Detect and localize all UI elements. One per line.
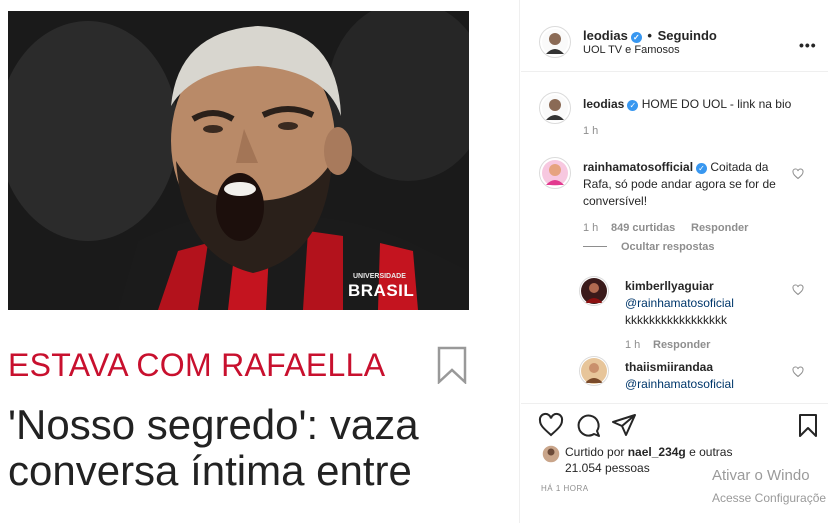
reply-like-heart-icon[interactable] [792, 366, 804, 378]
share-icon[interactable] [611, 412, 637, 438]
comment-time[interactable]: 1 h [583, 222, 598, 234]
comment-likes[interactable]: 849 curtidas [611, 222, 675, 234]
instagram-post-window: UNIVERSIDADE BRASIL ESTAVA COM RAFAELLA … [0, 0, 828, 523]
liked-by-avatar[interactable] [541, 444, 561, 464]
reply-avatar[interactable] [579, 356, 609, 386]
jersey-sponsor-small: UNIVERSIDADE [353, 273, 406, 280]
windows-activation-subtext: Acesse Configuraçõe [712, 491, 827, 505]
comment-like-heart-icon[interactable] [792, 168, 804, 180]
reply-like-heart-icon[interactable] [792, 284, 804, 296]
reply-text: kkkkkkkkkkkkkkkkk [625, 313, 727, 327]
following-button[interactable]: Seguindo [658, 28, 717, 43]
windows-activation-watermark: Ativar o Windo [712, 467, 810, 484]
author-line: leodias ✓ • Seguindo [583, 28, 717, 43]
reply: kimberllyaguiar @rainhamatosoficial kkkk… [625, 278, 795, 329]
author-username[interactable]: leodias [583, 28, 628, 43]
player-photo: UNIVERSIDADE BRASIL [8, 11, 469, 310]
article-bookmark-icon[interactable] [437, 346, 467, 384]
reply-avatar[interactable] [579, 276, 609, 306]
jersey-sponsor: BRASIL [348, 281, 415, 300]
avatar-image [542, 95, 568, 121]
separator-dot: • [647, 28, 652, 43]
comment-username[interactable]: rainhamatosofficial [583, 160, 693, 174]
more-options-icon[interactable]: ••• [799, 37, 817, 53]
post-header: leodias ✓ • Seguindo UOL TV e Famosos ••• [521, 11, 828, 72]
player-illustration [8, 11, 469, 310]
reply: thaiismiirandaa @rainhamatosoficial [625, 359, 795, 393]
verified-icon: ✓ [696, 163, 708, 174]
caption: leodias ✓ HOME DO UOL - link na bio [583, 96, 813, 113]
author-subtitle[interactable]: UOL TV e Famosos [583, 44, 680, 56]
reply-reply-button[interactable]: Responder [653, 339, 710, 351]
liked-by-prefix: Curtido por [565, 445, 625, 459]
post-timestamp[interactable]: HÁ 1 HORA [541, 484, 589, 493]
caption-time[interactable]: 1 h [583, 125, 598, 137]
caption-avatar[interactable] [539, 92, 571, 124]
article-headline: 'Nosso segredo': vaza conversa íntima en… [8, 401, 419, 494]
bookmark-icon[interactable] [795, 412, 821, 438]
reply-mention[interactable]: @rainhamatosoficial [625, 295, 795, 312]
comment-reply-button[interactable]: Responder [691, 222, 748, 234]
reply-time[interactable]: 1 h [625, 339, 640, 351]
author-avatar[interactable] [539, 26, 571, 58]
post-media[interactable]: UNIVERSIDADE BRASIL ESTAVA COM RAFAELLA … [0, 0, 520, 523]
article-section-label: ESTAVA COM RAFAELLA [8, 347, 386, 383]
caption-text: HOME DO UOL - link na bio [641, 97, 792, 111]
heart-icon[interactable] [538, 412, 564, 438]
verified-icon: ✓ [627, 100, 639, 111]
post-actions: Curtido por nael_234g e outras 21.054 pe… [521, 403, 828, 523]
caption-username[interactable]: leodias [583, 97, 624, 111]
reply-username[interactable]: kimberllyaguiar [625, 278, 795, 295]
verified-icon: ✓ [630, 32, 642, 43]
avatar-image [581, 278, 607, 304]
avatar-image [542, 29, 568, 55]
reply-username[interactable]: thaiismiirandaa [625, 359, 795, 376]
hide-replies-button[interactable]: Ocultar respostas [621, 241, 715, 253]
comment-avatar[interactable] [539, 157, 571, 189]
post-sidebar: leodias ✓ • Seguindo UOL TV e Famosos •••… [521, 0, 828, 523]
comments-list[interactable]: leodias ✓ HOME DO UOL - link na bio 1 h r… [521, 73, 828, 403]
avatar-image [581, 358, 607, 384]
liked-by-user[interactable]: nael_234g [628, 445, 686, 459]
avatar-image [542, 160, 568, 186]
reply-mention[interactable]: @rainhamatosoficial [625, 376, 795, 393]
replies-divider [583, 246, 607, 247]
comment: rainhamatosofficial ✓ Coitada da Rafa, só… [583, 159, 783, 210]
comment-icon[interactable] [575, 412, 601, 438]
